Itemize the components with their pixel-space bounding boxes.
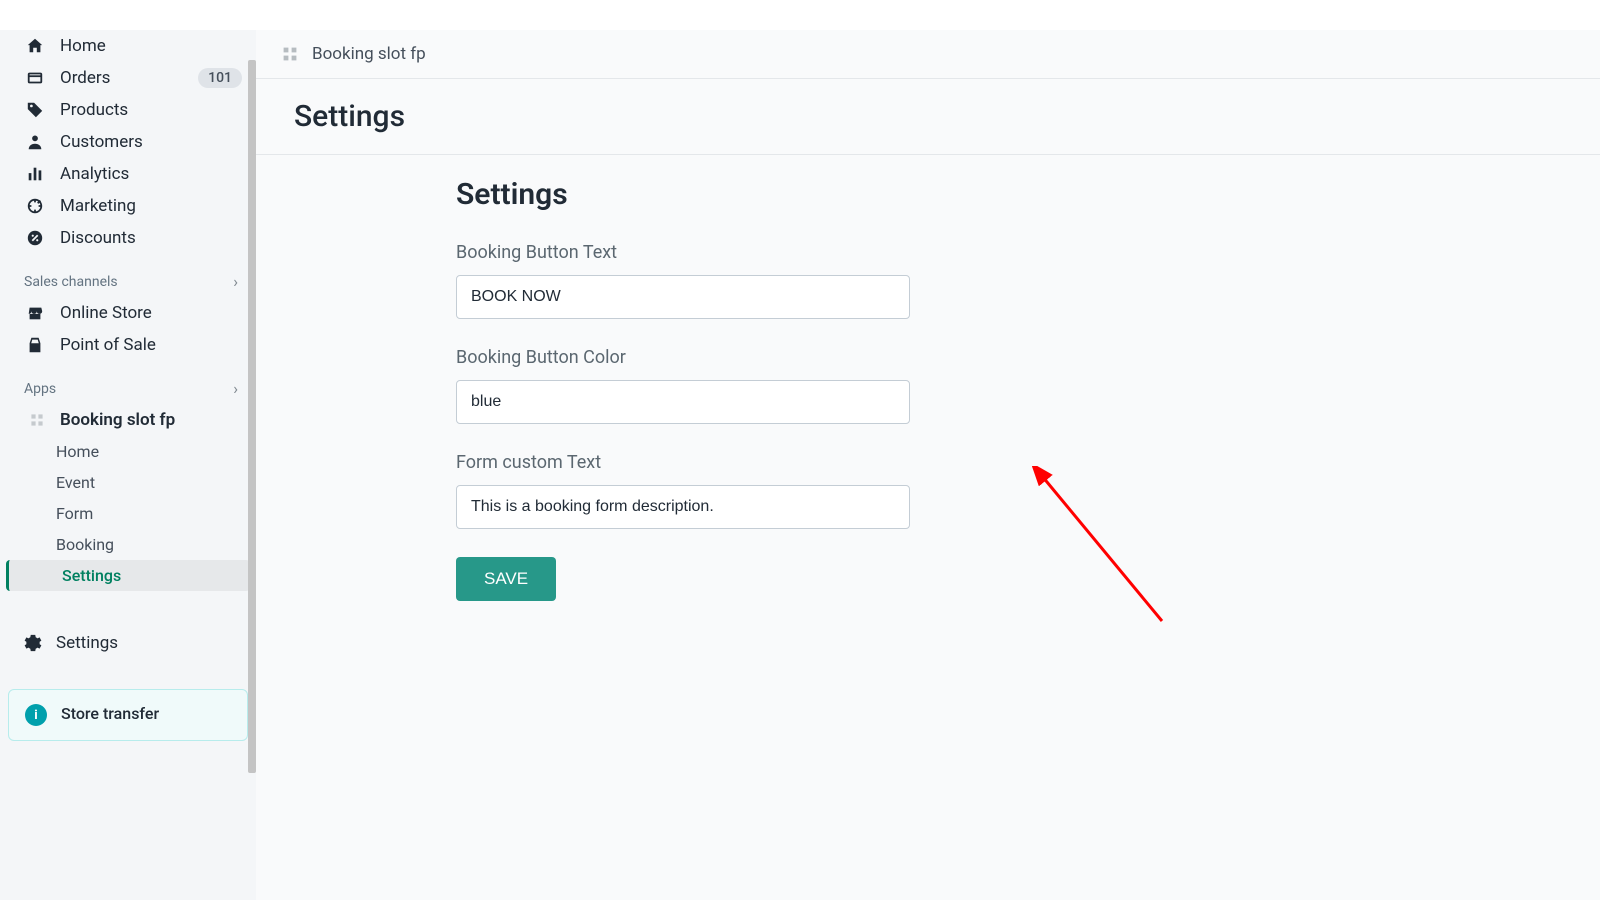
breadcrumb-app-name: Booking slot fp — [312, 44, 426, 64]
booking-button-color-input[interactable] — [456, 380, 910, 424]
sidebar-item-home[interactable]: Home — [0, 30, 256, 62]
content-heading: Settings — [456, 177, 1600, 212]
home-icon — [24, 37, 46, 55]
sidebar-app-root[interactable]: Booking slot fp — [0, 404, 256, 436]
booking-button-text-input[interactable] — [456, 275, 910, 319]
field-label: Booking Button Text — [456, 242, 910, 263]
sidebar-app-item-event[interactable]: Event — [0, 467, 256, 498]
sidebar-app-item-settings[interactable]: Settings — [6, 560, 250, 591]
sidebar-item-discounts[interactable]: Discounts — [0, 222, 256, 254]
sidebar-app-item-booking[interactable]: Booking — [0, 529, 256, 560]
pos-icon — [24, 336, 46, 354]
info-icon: i — [25, 704, 47, 726]
sidebar-item-label: Settings — [62, 566, 121, 585]
sidebar-item-label: Customers — [60, 132, 143, 152]
chevron-right-icon: › — [233, 379, 238, 398]
field-booking-button-text: Booking Button Text — [456, 242, 910, 319]
tag-icon — [24, 101, 46, 119]
main-content: Booking slot fp Settings Settings Bookin… — [256, 30, 1600, 900]
target-icon — [24, 197, 46, 215]
orders-badge: 101 — [198, 68, 242, 88]
sidebar-item-label: Analytics — [60, 164, 129, 184]
sidebar-item-settings[interactable]: Settings — [0, 627, 256, 659]
form-custom-text-input[interactable] — [456, 485, 910, 529]
person-icon — [24, 133, 46, 151]
field-label: Form custom Text — [456, 452, 910, 473]
sidebar-item-label: Online Store — [60, 303, 152, 323]
sidebar-item-customers[interactable]: Customers — [0, 126, 256, 158]
sidebar-item-label: Home — [56, 442, 99, 461]
chevron-right-icon: › — [233, 272, 238, 291]
sidebar-channel-online-store[interactable]: Online Store — [0, 297, 256, 329]
sidebar-item-analytics[interactable]: Analytics — [0, 158, 256, 190]
breadcrumb: Booking slot fp — [256, 30, 1600, 79]
sidebar-item-label: Settings — [56, 633, 118, 653]
sidebar-item-label: Marketing — [60, 196, 136, 216]
sidebar-app-item-form[interactable]: Form — [0, 498, 256, 529]
info-card-text: Store transfer — [61, 704, 159, 723]
sidebar-item-label: Booking — [56, 535, 114, 554]
sidebar-item-label: Form — [56, 504, 93, 523]
sales-channels-heading[interactable]: Sales channels › — [0, 254, 256, 297]
store-transfer-card[interactable]: i Store transfer — [8, 689, 248, 741]
gear-icon — [24, 634, 42, 652]
store-icon — [24, 304, 46, 322]
page-title-bar: Settings — [256, 79, 1600, 155]
sidebar-item-label: Orders — [60, 68, 110, 88]
sidebar-item-orders[interactable]: Orders 101 — [0, 62, 256, 94]
sidebar-channel-pos[interactable]: Point of Sale — [0, 329, 256, 361]
sidebar-item-label: Event — [56, 473, 95, 492]
app-grid-icon — [282, 46, 298, 62]
app-grid-icon — [28, 413, 46, 427]
settings-form: Settings Booking Button Text Booking But… — [256, 155, 1600, 601]
sidebar: ▲ Home Orders 101 Products — [0, 30, 256, 900]
bar-chart-icon — [24, 165, 46, 183]
field-form-custom-text: Form custom Text — [456, 452, 910, 529]
save-button[interactable]: SAVE — [456, 557, 556, 601]
sidebar-item-label: Booking slot fp — [60, 410, 175, 430]
discount-icon — [24, 229, 46, 247]
sidebar-item-label: Products — [60, 100, 128, 120]
orders-icon — [24, 69, 46, 87]
apps-heading[interactable]: Apps › — [0, 361, 256, 404]
sidebar-app-item-home[interactable]: Home — [0, 436, 256, 467]
sidebar-item-label: Discounts — [60, 228, 136, 248]
sidebar-item-marketing[interactable]: Marketing — [0, 190, 256, 222]
field-booking-button-color: Booking Button Color — [456, 347, 910, 424]
sidebar-item-label: Point of Sale — [60, 335, 156, 355]
page-title: Settings — [294, 99, 1562, 134]
sidebar-scrollbar[interactable] — [248, 60, 256, 773]
sidebar-item-label: Home — [60, 36, 106, 56]
sidebar-item-products[interactable]: Products — [0, 94, 256, 126]
field-label: Booking Button Color — [456, 347, 910, 368]
